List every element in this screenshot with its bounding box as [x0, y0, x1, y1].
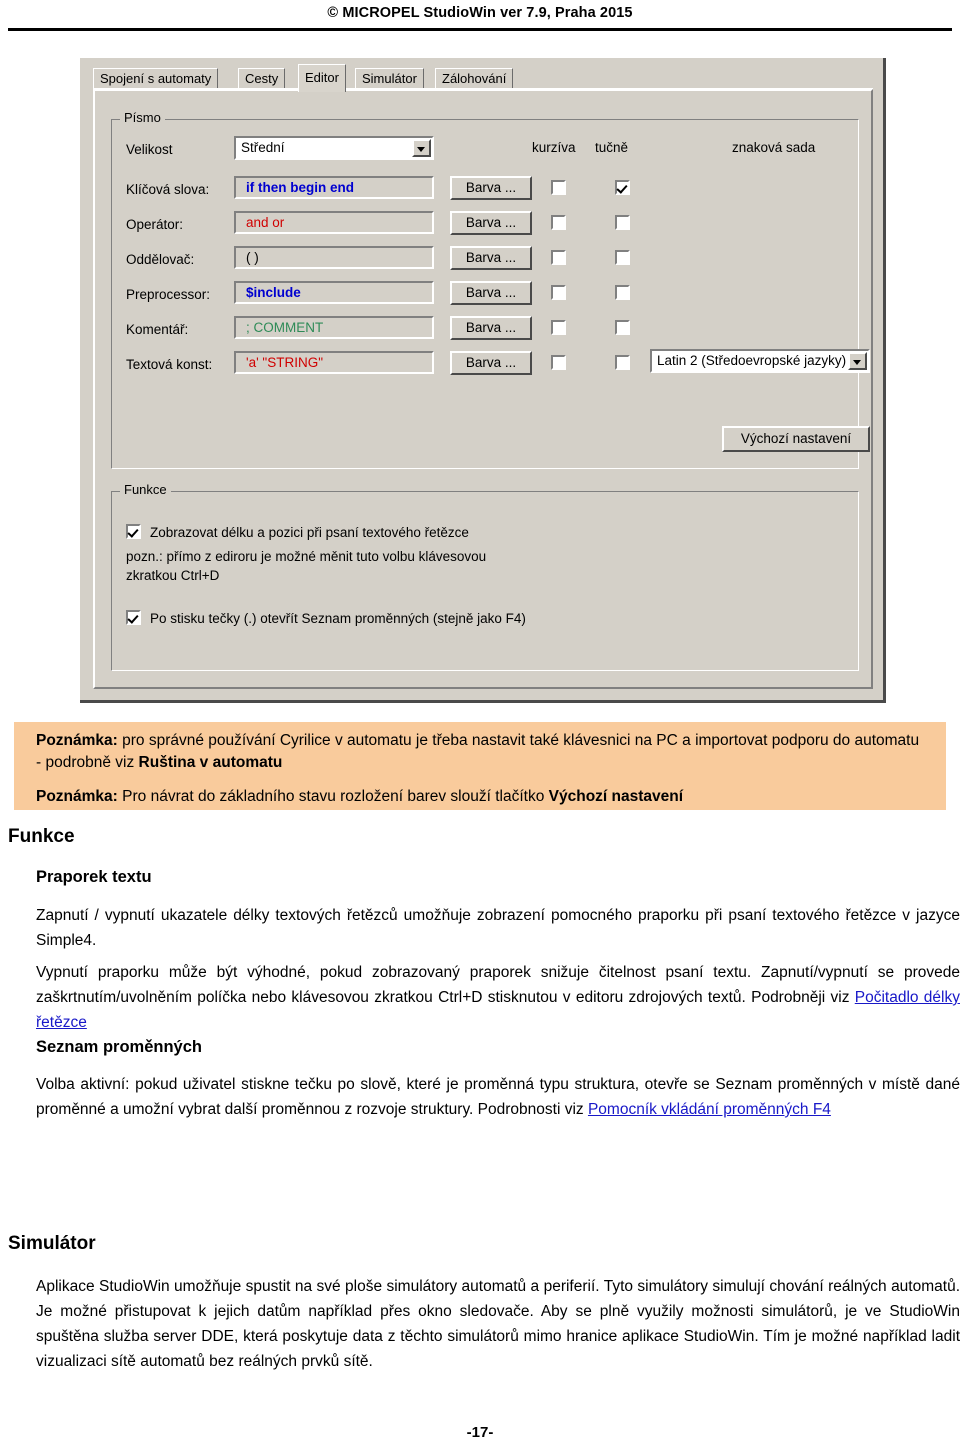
paragraph-vypnuti-text: Vypnutí praporku může být výhodné, pokud… [36, 964, 960, 1006]
default-settings-button[interactable]: Výchozí nastavení [722, 426, 870, 452]
note-highlight-box: Poznámka: pro správné používání Cyrilice… [14, 722, 946, 810]
color-button-oddelovac[interactable]: Barva ... [450, 246, 532, 270]
checkbox-bold-komentar[interactable] [615, 320, 630, 335]
chevron-down-icon[interactable] [412, 139, 431, 157]
paragraph-seznam: Volba aktivní: pokud uživatel stiskne te… [36, 1072, 960, 1122]
sample-komentar[interactable]: ; COMMENT [234, 316, 434, 339]
group-funkce: Funkce Zobrazovat délku a pozici při psa… [111, 483, 859, 671]
sample-textova-konst[interactable]: 'a' "STRING" [234, 351, 434, 374]
label-textova-konst: Textová konst: [126, 357, 213, 372]
checkbox-bold-textova-konst[interactable] [615, 355, 630, 370]
tab-zalohovani[interactable]: Zálohování [435, 68, 514, 90]
note-line-2: zkratkou Ctrl+D [126, 568, 220, 583]
label-operator: Operátor: [126, 217, 184, 232]
label-komentar: Komentář: [126, 322, 189, 337]
note-paragraph-2: Poznámka: Pro návrat do základního stavu… [36, 786, 924, 808]
checkbox-po-stisku-tecky[interactable] [126, 610, 141, 625]
color-button-klicova-slova[interactable]: Barva ... [450, 176, 532, 200]
note-1-label: Poznámka: [36, 732, 118, 749]
note-2-label: Poznámka: [36, 788, 118, 805]
sample-klicova-slova[interactable]: if then begin end [234, 176, 434, 199]
paragraph-praporek: Zapnutí / vypnutí ukazatele délky textov… [36, 903, 960, 953]
settings-tabstrip: Spojení s automaty Cesty Editor Simuláto… [93, 64, 873, 92]
note-1-bold-tail: Ruština v automatu [138, 754, 283, 771]
checkbox-bold-operator[interactable] [615, 215, 630, 230]
tab-simulator[interactable]: Simulátor [355, 68, 424, 90]
header-copyright-text: © MICROPEL StudioWin ver 7.9, Praha 2015 [327, 5, 633, 21]
paragraph-praporek-text: Zapnutí / vypnutí ukazatele délky textov… [36, 907, 960, 949]
checkbox-bold-preprocessor[interactable] [615, 285, 630, 300]
sample-preprocessor[interactable]: $include [234, 281, 434, 304]
checkbox-italic-textova-konst[interactable] [551, 355, 566, 370]
tab-editor[interactable]: Editor [298, 64, 346, 92]
label-preprocessor: Preprocessor: [126, 287, 211, 302]
checkbox-zobrazovat-delku[interactable] [126, 524, 141, 539]
page-number: -17- [466, 1424, 494, 1441]
tabpage-editor: Písmo Velikost Střední kurzíva tučně zna… [93, 89, 873, 689]
colhdr-kurziva: kurzíva [532, 140, 576, 155]
group-pismo: Písmo Velikost Střední kurzíva tučně zna… [111, 111, 870, 469]
tab-cesty[interactable]: Cesty [238, 68, 286, 90]
checkbox-italic-preprocessor[interactable] [551, 285, 566, 300]
note-paragraph-1: Poznámka: pro správné používání Cyrilice… [36, 730, 924, 774]
subheading-seznam-promennych: Seznam proměnných [36, 1038, 202, 1056]
paragraph-vypnuti: Vypnutí praporku může být výhodné, pokud… [36, 960, 960, 1035]
size-combobox[interactable]: Střední [234, 136, 434, 160]
page-header: © MICROPEL StudioWin ver 7.9, Praha 2015 [0, 4, 960, 22]
group-funkce-legend: Funkce [120, 483, 171, 497]
color-button-komentar[interactable]: Barva ... [450, 316, 532, 340]
size-combobox-value: Střední [241, 140, 285, 155]
label-klicova-slova: Klíčová slova: [126, 182, 210, 197]
link-pomocnik-vkladani-promennych[interactable]: Pomocník vkládání proměnných F4 [588, 1101, 831, 1118]
paragraph-simulator-text: Aplikace StudioWin umožňuje spustit na s… [36, 1278, 960, 1370]
paragraph-simulator: Aplikace StudioWin umožňuje spustit na s… [36, 1274, 960, 1374]
label-zobrazovat-delku: Zobrazovat délku a pozici při psaní text… [150, 525, 469, 540]
group-pismo-legend: Písmo [120, 111, 165, 125]
dialog-window: Spojení s automaty Cesty Editor Simuláto… [80, 58, 886, 703]
checkbox-italic-komentar[interactable] [551, 320, 566, 335]
colhdr-znakova-sada: znaková sada [732, 140, 816, 155]
editor-settings-screenshot: Spojení s automaty Cesty Editor Simuláto… [80, 58, 886, 703]
tab-spojeni-s-automaty[interactable]: Spojení s automaty [93, 68, 219, 90]
note-2-text: Pro návrat do základního stavu rozložení… [117, 788, 549, 805]
label-velikost: Velikost [126, 142, 173, 157]
checkbox-italic-operator[interactable] [551, 215, 566, 230]
label-oddelovac: Oddělovač: [126, 252, 195, 267]
checkbox-italic-klicova-slova[interactable] [551, 180, 566, 195]
color-button-preprocessor[interactable]: Barva ... [450, 281, 532, 305]
color-button-operator[interactable]: Barva ... [450, 211, 532, 235]
chevron-down-icon[interactable] [848, 352, 867, 370]
checkbox-bold-oddelovac[interactable] [615, 250, 630, 265]
checkbox-bold-klicova-slova[interactable] [615, 180, 630, 195]
heading-simulator: Simulátor [8, 1233, 96, 1254]
label-po-stisku-tecky: Po stisku tečky (.) otevřít Seznam promě… [150, 611, 526, 626]
note-line-1: pozn.: přímo z ediroru je možné měnit tu… [126, 549, 487, 564]
heading-funkce: Funkce [8, 826, 75, 847]
header-rule [8, 28, 952, 31]
colhdr-tucne: tučně [595, 140, 629, 155]
charset-combobox[interactable]: Latin 2 (Středoevropské jazyky) [650, 349, 870, 373]
note-2-bold-tail: Výchozí nastavení [548, 788, 684, 805]
checkbox-italic-oddelovac[interactable] [551, 250, 566, 265]
charset-combobox-value: Latin 2 (Středoevropské jazyky) [657, 353, 847, 368]
color-button-textova-konst[interactable]: Barva ... [450, 351, 532, 375]
sample-operator[interactable]: and or [234, 211, 434, 234]
subheading-praporek-textu: Praporek textu [36, 868, 152, 886]
sample-oddelovac[interactable]: ( ) [234, 246, 434, 269]
